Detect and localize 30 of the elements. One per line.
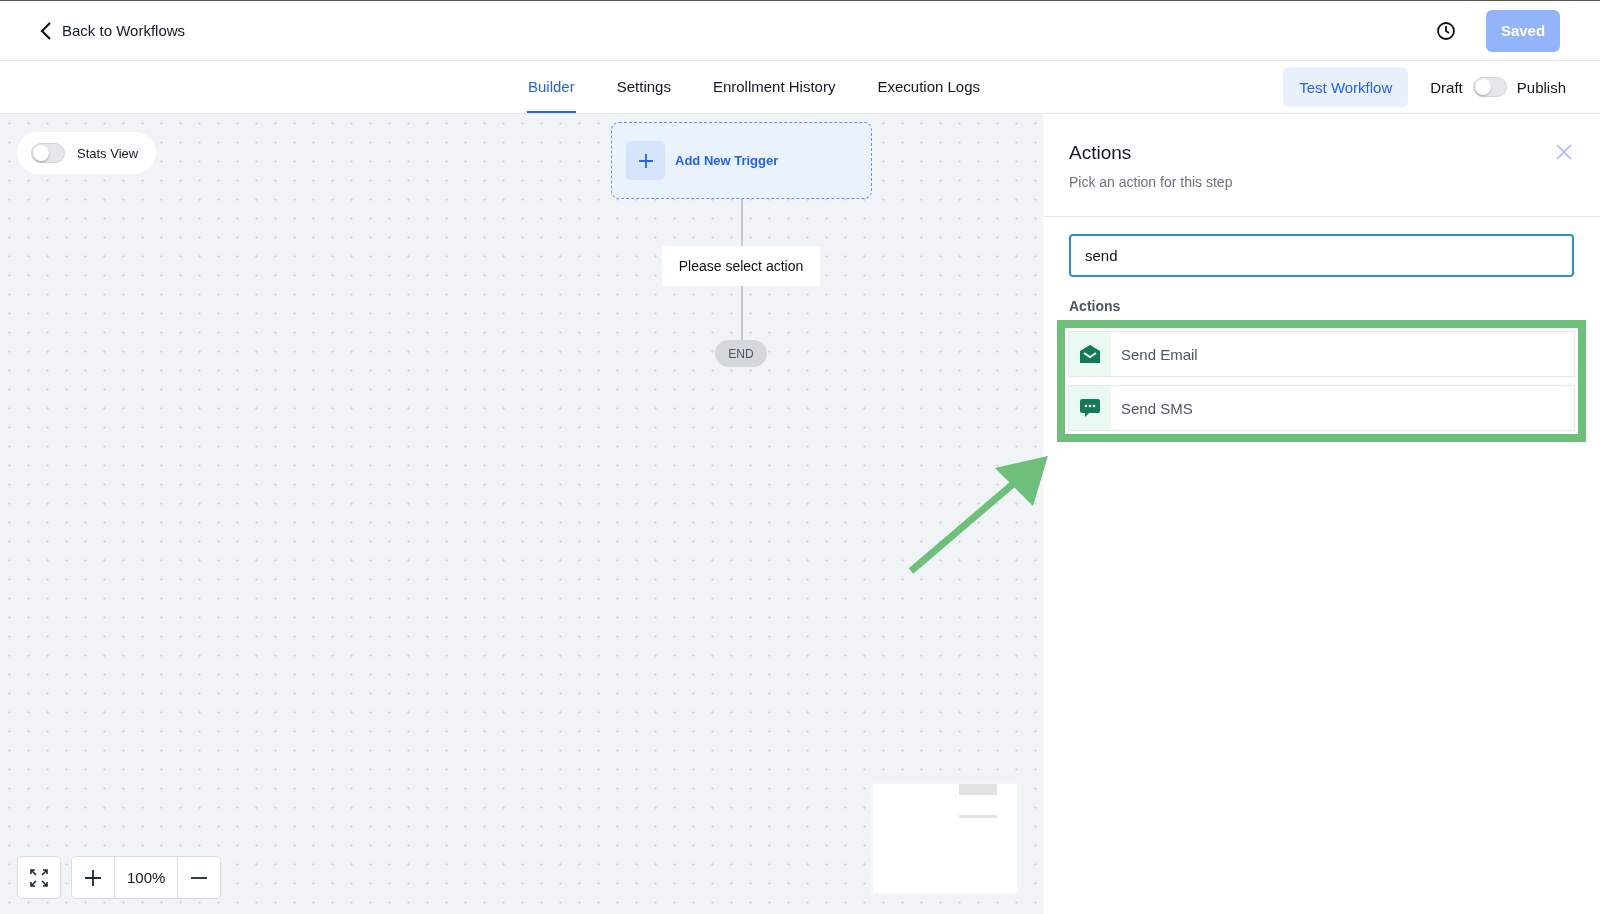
plus-icon [626, 141, 665, 180]
add-trigger-node[interactable]: Add New Trigger [611, 122, 872, 199]
test-workflow-button[interactable]: Test Workflow [1283, 67, 1409, 107]
panel-title: Actions [1069, 142, 1132, 164]
tab[interactable]: Settings [615, 61, 672, 113]
stats-view-label: Stats View [77, 145, 139, 161]
action-node[interactable]: Please select action [662, 246, 820, 286]
section-label: Actions [1069, 298, 1122, 314]
back-link-text[interactable]: Back to Workflows [62, 22, 186, 39]
panel-subtitle: Pick an action for this step [1069, 174, 1233, 190]
action-item[interactable]: Send Email [1068, 331, 1575, 377]
end-node: END [715, 340, 767, 367]
chat-bubble-icon [1080, 398, 1100, 418]
back-link[interactable]: Back to Workflows [40, 20, 186, 41]
expand-icon [30, 868, 48, 887]
history-icon[interactable] [1436, 20, 1456, 41]
action-item[interactable]: Send SMS [1068, 385, 1575, 431]
draft-label: Draft [1430, 78, 1463, 96]
search-field[interactable]: send [1069, 234, 1574, 277]
close-icon [1556, 144, 1572, 160]
chevron-left-icon [40, 20, 52, 41]
zoom-level: 100% [114, 857, 179, 898]
envelope-icon [1080, 345, 1100, 363]
plus-icon [85, 869, 101, 886]
tab[interactable]: Execution Logs [876, 61, 982, 113]
publish-toggle[interactable] [1472, 77, 1507, 97]
tab[interactable]: Enrollment History [711, 61, 837, 113]
minus-icon [191, 876, 208, 879]
publish-label: Publish [1516, 78, 1566, 96]
stats-view-toggle[interactable] [31, 143, 65, 163]
